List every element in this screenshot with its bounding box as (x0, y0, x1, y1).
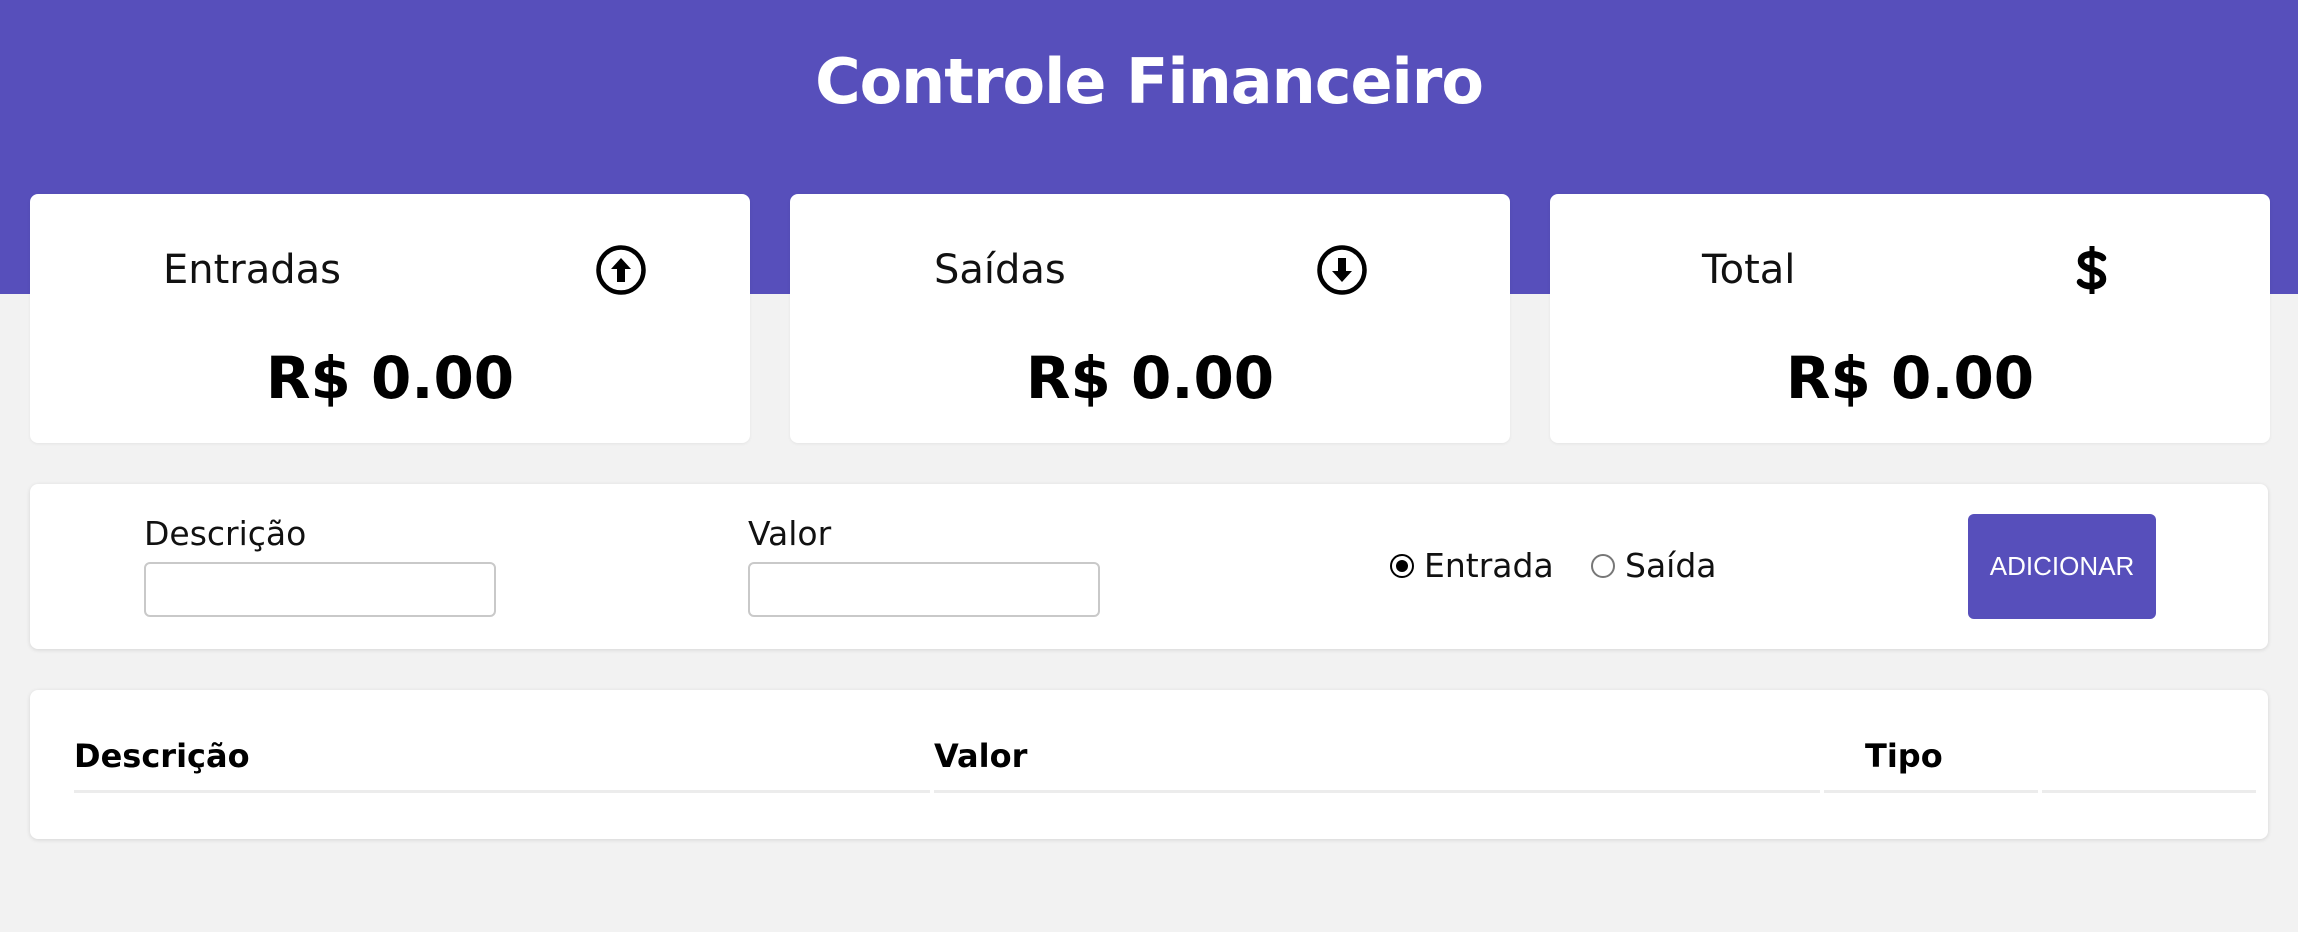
column-divider (1824, 790, 2038, 793)
total-label: Total (1702, 247, 1796, 293)
description-label: Descrição (144, 514, 307, 553)
column-divider (2042, 790, 2256, 793)
column-divider (934, 790, 1820, 793)
add-button[interactable]: ADICIONAR (1968, 514, 2156, 619)
column-header-description: Descrição (74, 737, 250, 775)
column-header-amount: Valor (934, 737, 1028, 775)
transaction-form: Descrição Valor Entrada Saída ADICIONAR (30, 484, 2268, 649)
arrow-down-circle-icon (1317, 245, 1367, 295)
type-saida-radio[interactable] (1591, 554, 1615, 578)
type-entrada-radio[interactable] (1390, 554, 1414, 578)
amount-label: Valor (748, 514, 832, 553)
transactions-table: Descrição Valor Tipo (30, 690, 2268, 839)
column-divider (74, 790, 930, 793)
outcome-card: Saídas R$ 0.00 (790, 194, 1510, 443)
type-entrada-label[interactable]: Entrada (1424, 546, 1554, 586)
page-title: Controle Financeiro (815, 45, 1484, 118)
total-card: Total R$ 0.00 (1550, 194, 2270, 443)
outcome-label: Saídas (934, 247, 1066, 293)
type-entrada-option[interactable]: Entrada (1390, 546, 1554, 586)
amount-input[interactable] (748, 562, 1100, 617)
description-input[interactable] (144, 562, 496, 617)
arrow-up-circle-icon (596, 245, 646, 295)
type-saida-label[interactable]: Saída (1625, 546, 1717, 586)
total-value: R$ 0.00 (1785, 344, 2035, 412)
type-saida-option[interactable]: Saída (1591, 546, 1717, 586)
dollar-icon (2076, 246, 2107, 294)
column-header-type: Tipo (1865, 737, 1943, 775)
income-label: Entradas (163, 247, 342, 293)
outcome-value: R$ 0.00 (1025, 344, 1275, 412)
income-value: R$ 0.00 (265, 344, 515, 412)
income-card: Entradas R$ 0.00 (30, 194, 750, 443)
